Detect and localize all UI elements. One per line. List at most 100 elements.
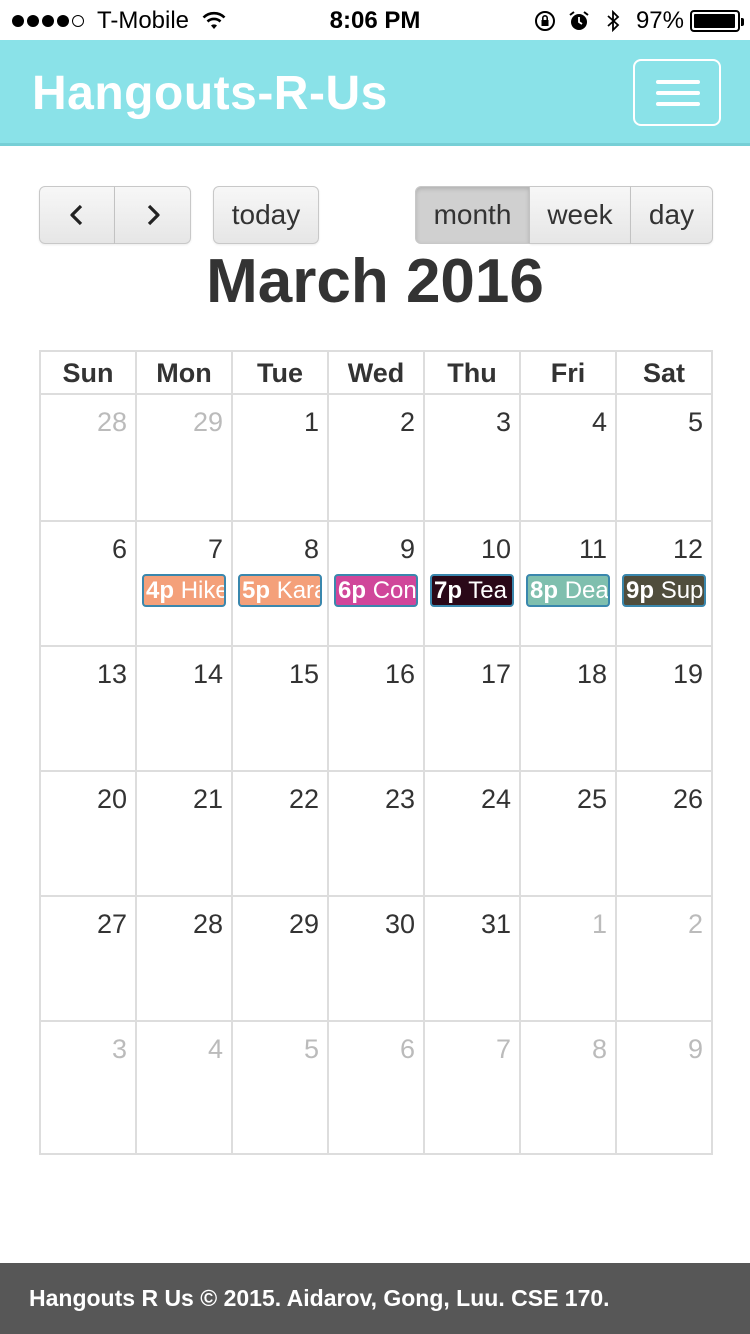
event-tea[interactable]: 7p Tea (430, 574, 514, 607)
hamburger-bar (656, 91, 700, 95)
event-karaoke[interactable]: 5p Kara (238, 574, 322, 607)
day-cell[interactable]: 13 (41, 647, 135, 770)
day-cell[interactable]: 17 (423, 647, 519, 770)
day-cell[interactable]: 28 (41, 395, 135, 520)
event-title: Con (372, 577, 417, 604)
day-cell[interactable]: 21 (135, 772, 231, 895)
brand-title[interactable]: Hangouts-R-Us (32, 66, 388, 121)
day-cell[interactable]: 3 (423, 395, 519, 520)
day-cell[interactable]: 19 (615, 647, 711, 770)
day-cell[interactable]: 26 (615, 772, 711, 895)
day-cell[interactable]: 30 (327, 897, 423, 1020)
day-cell[interactable]: 5 (615, 395, 711, 520)
day-cell[interactable]: 25 (519, 772, 615, 895)
day-number: 12 (672, 534, 703, 564)
day-number: 17 (480, 659, 511, 689)
day-number: 13 (96, 659, 127, 689)
battery-icon (690, 10, 744, 32)
day-cell[interactable]: 18 (519, 647, 615, 770)
day-cell[interactable]: 2 (615, 897, 711, 1020)
week-row: 13 14 15 16 17 18 19 (39, 645, 713, 770)
day-cell[interactable]: 9 (615, 1022, 711, 1153)
day-number: 1 (303, 407, 319, 437)
day-cell[interactable]: 27 (41, 897, 135, 1020)
day-cell[interactable]: 29 (231, 897, 327, 1020)
event-title: Dea (564, 577, 609, 604)
day-cell[interactable]: 4 (519, 395, 615, 520)
day-cell[interactable]: 10 7p Tea (423, 522, 519, 645)
day-cell[interactable]: 11 8p Dea (519, 522, 615, 645)
day-number: 29 (192, 407, 223, 437)
day-view-button[interactable]: day (631, 186, 713, 244)
day-cell[interactable]: 7 (423, 1022, 519, 1153)
day-number: 23 (384, 784, 415, 814)
day-number: 29 (288, 909, 319, 939)
event-time: 5p (242, 577, 271, 604)
day-number: 6 (399, 1034, 415, 1064)
weekday-thu: Thu (423, 352, 519, 393)
day-cell[interactable]: 8 5p Kara (231, 522, 327, 645)
day-number: 16 (384, 659, 415, 689)
week-row: 28 29 1 2 3 4 5 (39, 393, 713, 520)
event-time: 8p (530, 577, 559, 604)
day-number: 27 (96, 909, 127, 939)
day-cell[interactable]: 3 (41, 1022, 135, 1153)
day-cell[interactable]: 2 (327, 395, 423, 520)
day-number: 24 (480, 784, 511, 814)
month-view-button[interactable]: month (415, 186, 530, 244)
day-number: 7 (495, 1034, 511, 1064)
next-month-button[interactable] (115, 186, 191, 244)
event-title: Sup (660, 577, 704, 604)
navbar: Hangouts-R-Us (0, 40, 750, 146)
day-cell[interactable]: 23 (327, 772, 423, 895)
day-cell[interactable]: 29 (135, 395, 231, 520)
day-number: 2 (399, 407, 415, 437)
bluetooth-icon (607, 10, 620, 32)
day-cell[interactable]: 6 (41, 522, 135, 645)
day-cell[interactable]: 16 (327, 647, 423, 770)
day-number: 8 (303, 534, 319, 564)
week-view-button[interactable]: week (530, 186, 631, 244)
day-cell[interactable]: 15 (231, 647, 327, 770)
day-cell[interactable]: 8 (519, 1022, 615, 1153)
day-cell[interactable]: 22 (231, 772, 327, 895)
prev-month-button[interactable] (39, 186, 115, 244)
weekday-tue: Tue (231, 352, 327, 393)
day-cell[interactable]: 31 (423, 897, 519, 1020)
event-title: Tea (468, 577, 507, 604)
chevron-left-icon (70, 204, 83, 226)
day-cell[interactable]: 5 (231, 1022, 327, 1153)
day-number: 4 (207, 1034, 223, 1064)
day-number: 6 (111, 534, 127, 564)
day-number: 28 (192, 909, 223, 939)
day-number: 9 (687, 1034, 703, 1064)
day-number: 9 (399, 534, 415, 564)
day-number: 31 (480, 909, 511, 939)
day-cell[interactable]: 24 (423, 772, 519, 895)
day-number: 14 (192, 659, 223, 689)
today-button[interactable]: today (213, 186, 319, 244)
day-number: 30 (384, 909, 415, 939)
weekday-wed: Wed (327, 352, 423, 393)
day-cell[interactable]: 7 4p Hike (135, 522, 231, 645)
day-cell[interactable]: 12 9p Sup (615, 522, 711, 645)
event-concert[interactable]: 6p Con (334, 574, 418, 607)
event-dea[interactable]: 8p Dea (526, 574, 610, 607)
day-cell[interactable]: 1 (231, 395, 327, 520)
event-time: 6p (338, 577, 367, 604)
calendar-title: March 2016 (206, 247, 544, 316)
day-cell[interactable]: 6 (327, 1022, 423, 1153)
day-cell[interactable]: 4 (135, 1022, 231, 1153)
hamburger-menu-button[interactable] (633, 59, 721, 126)
day-cell[interactable]: 14 (135, 647, 231, 770)
day-cell[interactable]: 20 (41, 772, 135, 895)
day-cell[interactable]: 1 (519, 897, 615, 1020)
weekday-mon: Mon (135, 352, 231, 393)
status-right: 97% (534, 7, 744, 35)
day-cell[interactable]: 28 (135, 897, 231, 1020)
day-cell[interactable]: 9 6p Con (327, 522, 423, 645)
event-hike[interactable]: 4p Hike (142, 574, 226, 607)
week-row: 20 21 22 23 24 25 26 (39, 770, 713, 895)
event-supper[interactable]: 9p Sup (622, 574, 706, 607)
day-number: 26 (672, 784, 703, 814)
